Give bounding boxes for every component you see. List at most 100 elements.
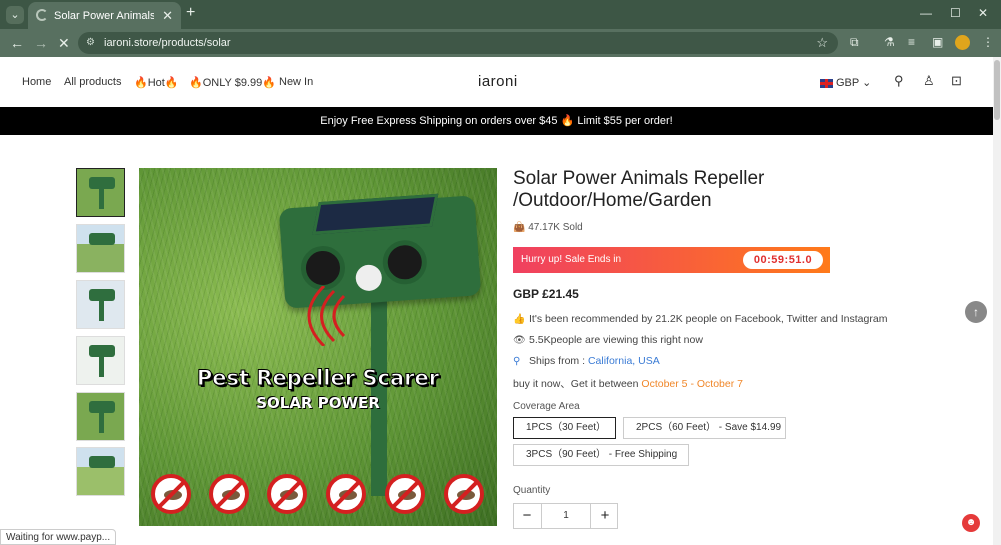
sale-text: Hurry up! Sale Ends in xyxy=(521,254,622,265)
delivery-end: October 7 xyxy=(696,378,743,390)
ships-from-line: ⚲ Ships from : California, USA xyxy=(513,355,660,367)
product-main-image[interactable]: Pest Repeller Scarer SOLAR POWER xyxy=(139,168,497,526)
sold-text: 47.17K Sold xyxy=(528,222,583,233)
stop-loading-icon[interactable]: ✕ xyxy=(58,35,70,52)
ships-from-value: California, USA xyxy=(587,355,660,367)
new-tab-icon[interactable]: + xyxy=(186,4,195,22)
announcement-bar: Enjoy Free Express Shipping on orders ov… xyxy=(0,107,993,135)
browser-toolbar: ← → ✕ ⚙ iaroni.store/products/solar ☆ ⧉ … xyxy=(0,29,1001,57)
currency-label: GBP xyxy=(836,77,860,89)
coverage-area-label: Coverage Area xyxy=(513,401,580,412)
nav-new-in[interactable]: New In xyxy=(279,76,313,88)
delivery-line: buy it now、Get it between October 5 - Oc… xyxy=(513,376,743,391)
nav-home[interactable]: Home xyxy=(22,76,51,88)
bag-icon: 👜 xyxy=(513,222,526,233)
image-caption-subtitle: SOLAR POWER xyxy=(256,394,380,412)
ships-from-label: Ships from : xyxy=(529,355,586,367)
no-animal-icon xyxy=(209,474,249,514)
location-pin-icon: ⚲ xyxy=(513,356,521,367)
no-animal-icon xyxy=(385,474,425,514)
announcement-text-2: Limit $55 per order! xyxy=(577,115,673,127)
thumbnail-3[interactable] xyxy=(76,280,125,329)
sound-waves-icon xyxy=(307,286,346,346)
announcement-text-1: Enjoy Free Express Shipping on orders ov… xyxy=(320,115,558,127)
fire-icon: 🔥 xyxy=(189,77,203,89)
option-2pcs[interactable]: 2PCS（60 Feet） - Save $14.99 xyxy=(623,417,786,439)
labs-flask-icon[interactable]: ⚗ xyxy=(884,35,895,49)
recommendation-line: 👍 It's been recommended by 21.2K people o… xyxy=(513,313,887,325)
uk-flag-icon xyxy=(820,78,833,88)
loading-spinner-icon xyxy=(36,9,48,21)
viewers-line: 👁 5.5Kpeople are viewing this right now xyxy=(513,334,703,346)
thumbnail-2[interactable] xyxy=(76,224,125,273)
product-price: GBP £21.45 xyxy=(513,287,579,301)
bookmark-star-icon[interactable]: ☆ xyxy=(816,35,828,51)
forward-icon[interactable]: → xyxy=(34,35,48,51)
account-icon[interactable]: ♙ xyxy=(923,73,935,89)
status-bar: Waiting for www.payp... xyxy=(0,529,117,545)
fire-icon: 🔥 xyxy=(164,77,179,89)
nav-hot-label: Hot xyxy=(147,77,165,89)
extensions-icon[interactable]: ⧉ xyxy=(850,35,859,50)
nav-only-999-label: ONLY $9.99 xyxy=(202,77,263,89)
image-caption-title: Pest Repeller Scarer xyxy=(196,366,440,391)
back-icon[interactable]: ← xyxy=(10,35,24,51)
site-info-icon[interactable]: ⚙ xyxy=(86,37,95,48)
cart-icon[interactable]: ⊡ xyxy=(951,73,962,89)
option-1pcs[interactable]: 1PCS（30 Feet） xyxy=(513,417,616,439)
minimize-icon[interactable]: — xyxy=(920,6,932,20)
thumbs-up-icon: 👍 xyxy=(513,314,526,325)
close-tab-icon[interactable]: ✕ xyxy=(162,8,173,24)
browser-tab-active[interactable]: Solar Power Animals Repeller / ✕ xyxy=(28,2,181,29)
reading-mode-icon[interactable]: ≡ xyxy=(908,35,915,49)
address-bar[interactable]: ⚙ iaroni.store/products/solar ☆ xyxy=(78,32,838,54)
no-animal-icon xyxy=(267,474,307,514)
sold-count: 👜 47.17K Sold xyxy=(513,222,583,233)
thumbnail-6[interactable] xyxy=(76,447,125,496)
thumbnail-1[interactable] xyxy=(76,168,125,217)
browser-menu-icon[interactable]: ⋮ xyxy=(982,35,994,49)
no-animal-icon xyxy=(151,474,191,514)
thumbnail-4[interactable] xyxy=(76,336,125,385)
back-to-top-button[interactable]: ↑ xyxy=(965,301,987,323)
fire-icon: 🔥 xyxy=(262,77,276,89)
browser-tabbar: ⌄ Solar Power Animals Repeller / ✕ + — ☐… xyxy=(0,0,1001,29)
product-title: Solar Power Animals Repeller /Outdoor/Ho… xyxy=(513,168,765,211)
page-scrollbar[interactable] xyxy=(993,57,1001,545)
close-window-icon[interactable]: ✕ xyxy=(978,6,988,20)
delivery-prefix: buy it now、Get it between xyxy=(513,378,639,390)
viewers-text: 5.5Kpeople are viewing this right now xyxy=(529,334,703,346)
increase-quantity-button[interactable]: + xyxy=(592,504,618,528)
recommendation-text: It's been recommended by 21.2K people on… xyxy=(529,313,888,325)
eye-icon: 👁 xyxy=(513,335,526,346)
decrease-quantity-button[interactable]: − xyxy=(514,504,540,528)
no-animal-icon xyxy=(326,474,366,514)
tab-search-icon[interactable]: ⌄ xyxy=(6,6,24,24)
quantity-stepper: − 1 + xyxy=(513,503,618,529)
delivery-start: October 5 xyxy=(641,378,688,390)
sale-countdown-bar: Hurry up! Sale Ends in 00:59:51.0 xyxy=(513,247,830,273)
quantity-label: Quantity xyxy=(513,485,551,496)
address-url[interactable]: iaroni.store/products/solar xyxy=(104,37,231,49)
currency-selector[interactable]: GBP ⌄ xyxy=(820,76,871,89)
nav-only-999[interactable]: 🔥ONLY $9.99🔥 xyxy=(189,76,276,89)
countdown-timer: 00:59:51.0 xyxy=(743,251,823,269)
side-panel-icon[interactable]: ▣ xyxy=(932,35,943,49)
thumbnail-5[interactable] xyxy=(76,392,125,441)
quantity-input[interactable]: 1 xyxy=(541,504,591,528)
maximize-icon[interactable]: ☐ xyxy=(950,6,961,20)
search-icon[interactable]: ⚲ xyxy=(894,73,904,89)
chevron-down-icon: ⌄ xyxy=(862,77,872,89)
fire-icon: 🔥 xyxy=(560,115,575,127)
chat-widget-button[interactable]: ☻ xyxy=(962,514,980,532)
nav-hot[interactable]: 🔥Hot🔥 xyxy=(134,76,179,89)
site-logo[interactable]: iaroni xyxy=(478,73,518,90)
delivery-separator: - xyxy=(690,378,694,390)
nav-all-products[interactable]: All products xyxy=(64,76,121,88)
no-animal-icon xyxy=(444,474,484,514)
fire-icon: 🔥 xyxy=(134,77,148,89)
option-3pcs[interactable]: 3PCS（90 Feet） - Free Shipping xyxy=(513,444,689,466)
profile-avatar[interactable] xyxy=(955,35,970,50)
tab-title: Solar Power Animals Repeller / xyxy=(54,10,154,22)
page-viewport: Home All products 🔥Hot🔥 🔥ONLY $9.99🔥 New… xyxy=(0,57,993,545)
